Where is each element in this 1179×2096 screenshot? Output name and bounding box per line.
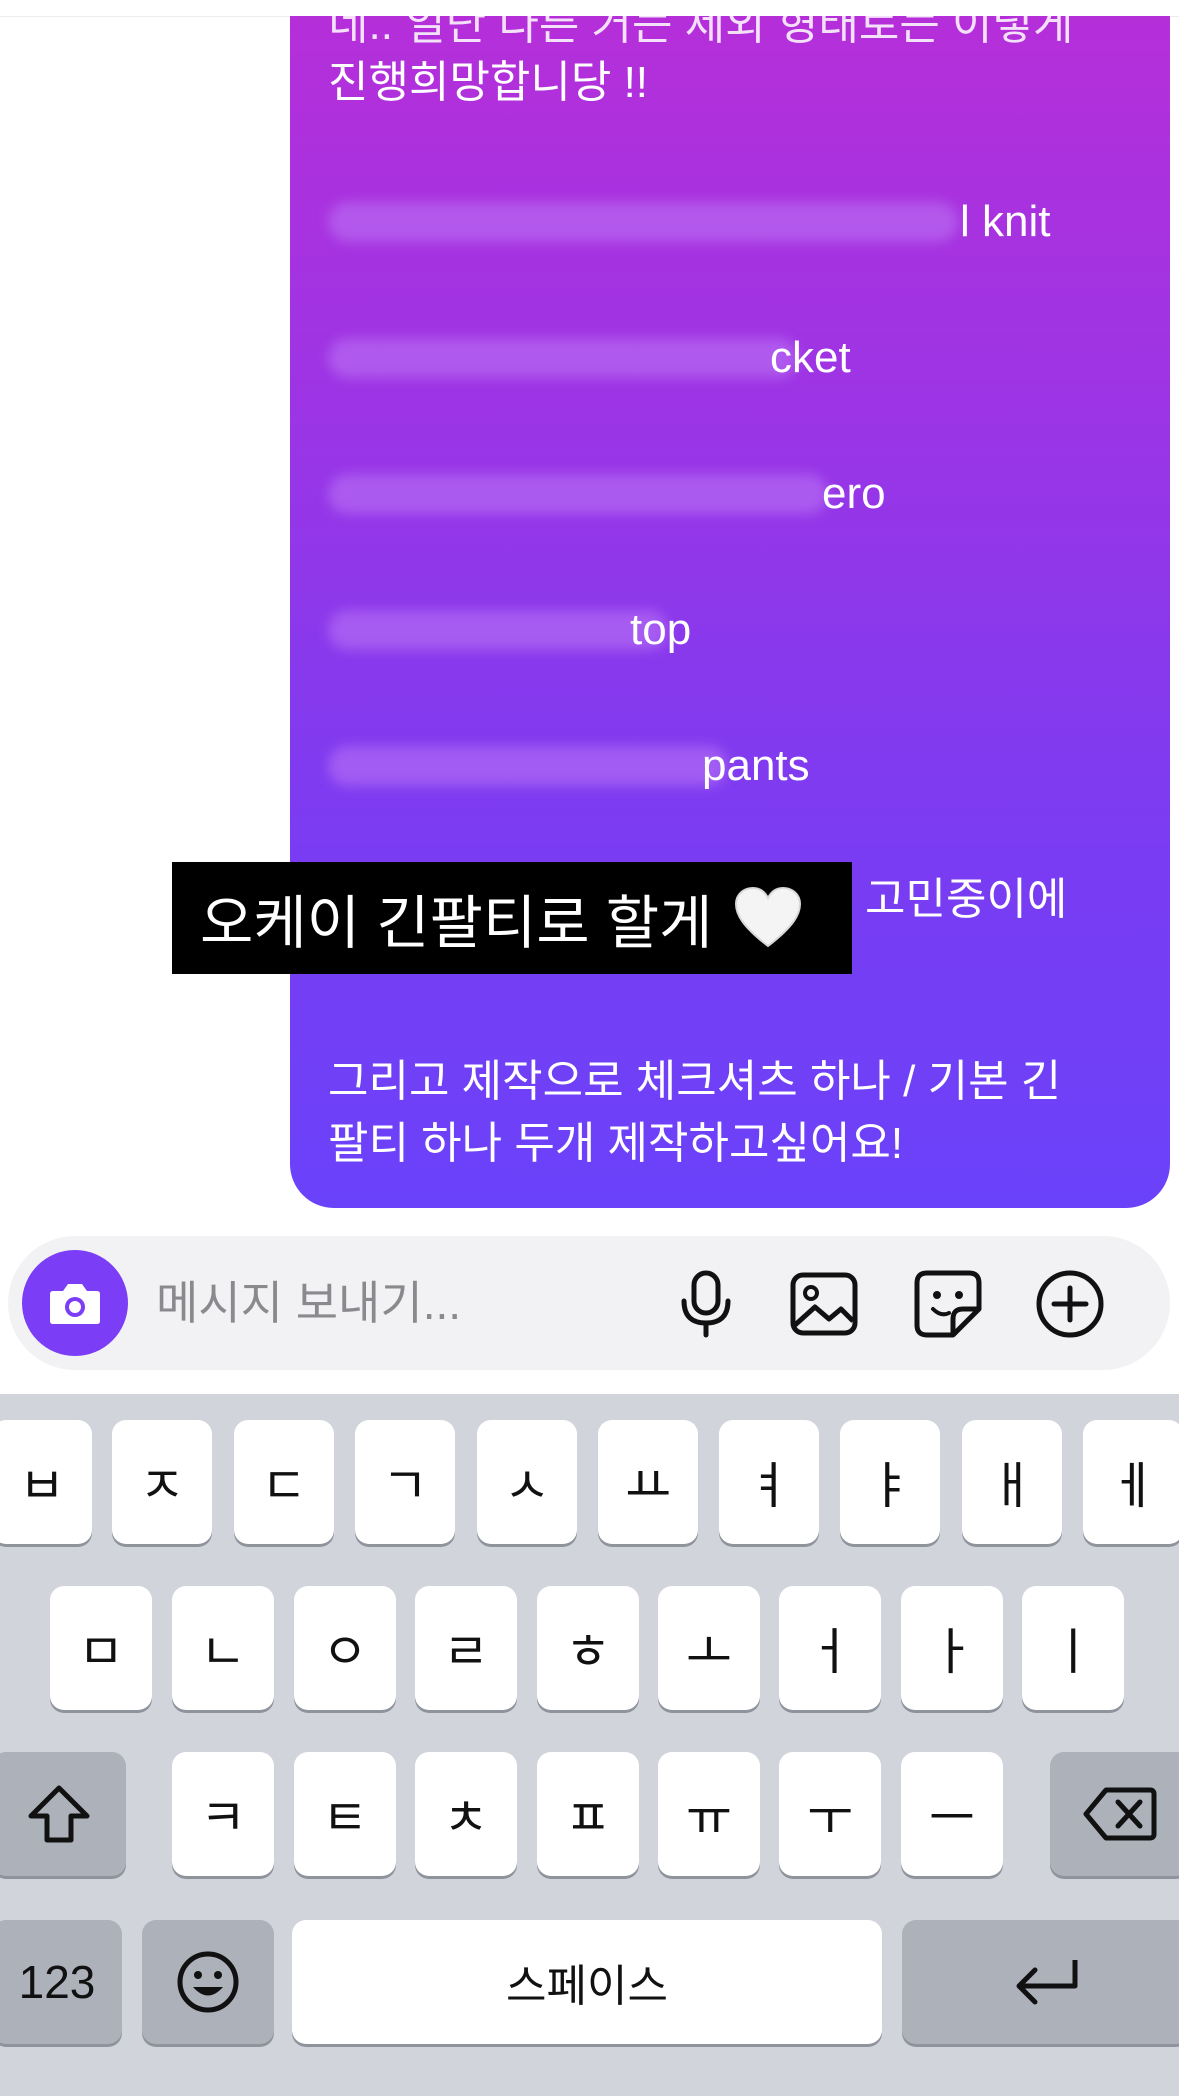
message-line: 그리고 제작으로 체크셔츠 하나 / 기본 긴 xyxy=(328,1057,1062,1106)
redacted-text xyxy=(328,202,958,242)
space-key[interactable]: 스페이스 xyxy=(292,1920,882,2044)
key[interactable]: ㅋ xyxy=(172,1752,274,1876)
key[interactable]: ㅍ xyxy=(537,1752,639,1876)
camera-icon xyxy=(50,1284,100,1324)
key[interactable]: ㅑ xyxy=(840,1420,940,1544)
key[interactable]: ㄴ xyxy=(172,1586,274,1710)
backspace-icon xyxy=(1083,1787,1157,1841)
key[interactable]: ㅅ xyxy=(477,1420,577,1544)
key[interactable]: ㅇ xyxy=(294,1586,396,1710)
emoji-key[interactable] xyxy=(142,1920,274,2044)
message-line-cut: 네.. 일단 다른 거는 제외 형태로는 이렇게 xyxy=(328,16,1074,49)
return-key[interactable] xyxy=(902,1920,1179,2044)
message-item: top xyxy=(630,605,692,654)
key[interactable]: ㅠ xyxy=(658,1752,760,1876)
message-line: 진행희망합니당 !! xyxy=(328,58,649,107)
key[interactable]: ㅊ xyxy=(415,1752,517,1876)
key[interactable]: ㅜ xyxy=(779,1752,881,1876)
key[interactable]: ㅂ xyxy=(0,1420,92,1544)
message-item: pants xyxy=(702,741,810,790)
message-line: 팔티 하나 두개 제작하고싶어요! xyxy=(328,1119,904,1168)
message-line: 고민중이에 xyxy=(865,875,1068,924)
key[interactable]: ㅈ xyxy=(112,1420,212,1544)
key[interactable]: ㅛ xyxy=(598,1420,698,1544)
numbers-key[interactable]: 123 xyxy=(0,1920,122,2044)
key[interactable]: ㅁ xyxy=(50,1586,152,1710)
key[interactable]: ㅡ xyxy=(901,1752,1003,1876)
key[interactable]: ㄹ xyxy=(415,1586,517,1710)
gallery-icon xyxy=(790,1272,858,1336)
microphone-button[interactable] xyxy=(666,1264,746,1344)
key[interactable]: ㅗ xyxy=(658,1586,760,1710)
sticker-button[interactable] xyxy=(908,1264,988,1344)
key[interactable]: ㄷ xyxy=(234,1420,334,1544)
key[interactable]: ㅓ xyxy=(779,1586,881,1710)
sticker-icon xyxy=(914,1270,982,1338)
redacted-text xyxy=(328,746,728,786)
more-button[interactable] xyxy=(1030,1264,1110,1344)
shift-key[interactable] xyxy=(0,1752,126,1876)
keyboard: ㅂ ㅈ ㄷ ㄱ ㅅ ㅛ ㅕ ㅑ ㅐ ㅔ ㅁ ㄴ ㅇ ㄹ ㅎ ㅗ ㅓ ㅏ ㅣ ㅋ … xyxy=(0,1394,1179,2096)
camera-button[interactable] xyxy=(22,1250,128,1356)
message-bubble[interactable]: 네.. 일단 다른 거는 제외 형태로는 이렇게 진행희망합니당 !! l kn… xyxy=(290,16,1170,1208)
plus-circle-icon xyxy=(1036,1270,1104,1338)
key[interactable]: ㅌ xyxy=(294,1752,396,1876)
key[interactable]: ㅎ xyxy=(537,1586,639,1710)
message-item: ero xyxy=(822,469,886,518)
key[interactable]: ㄱ xyxy=(355,1420,455,1544)
redacted-text xyxy=(328,474,828,514)
key[interactable]: ㅣ xyxy=(1022,1586,1124,1710)
caption-text: 오케이 긴팔티로 할게 xyxy=(200,891,713,956)
message-composer: 메시지 보내기... xyxy=(8,1236,1170,1370)
white-heart-icon xyxy=(732,882,804,954)
message-item: l knit xyxy=(960,197,1051,246)
emoji-icon xyxy=(177,1951,239,2013)
key[interactable]: ㅕ xyxy=(719,1420,819,1544)
key[interactable]: ㅏ xyxy=(901,1586,1003,1710)
key[interactable]: ㅐ xyxy=(962,1420,1062,1544)
microphone-icon xyxy=(681,1270,731,1338)
gallery-button[interactable] xyxy=(784,1264,864,1344)
redacted-text xyxy=(328,338,798,378)
key[interactable]: ㅔ xyxy=(1083,1420,1179,1544)
top-divider xyxy=(0,0,1179,17)
message-input[interactable]: 메시지 보내기... xyxy=(156,1272,461,1334)
story-caption: 오케이 긴팔티로 할게 xyxy=(172,862,852,974)
backspace-key[interactable] xyxy=(1050,1752,1179,1876)
shift-icon xyxy=(28,1785,90,1843)
message-item: cket xyxy=(770,333,851,382)
redacted-text xyxy=(328,610,668,650)
return-icon xyxy=(1016,1960,1078,2005)
